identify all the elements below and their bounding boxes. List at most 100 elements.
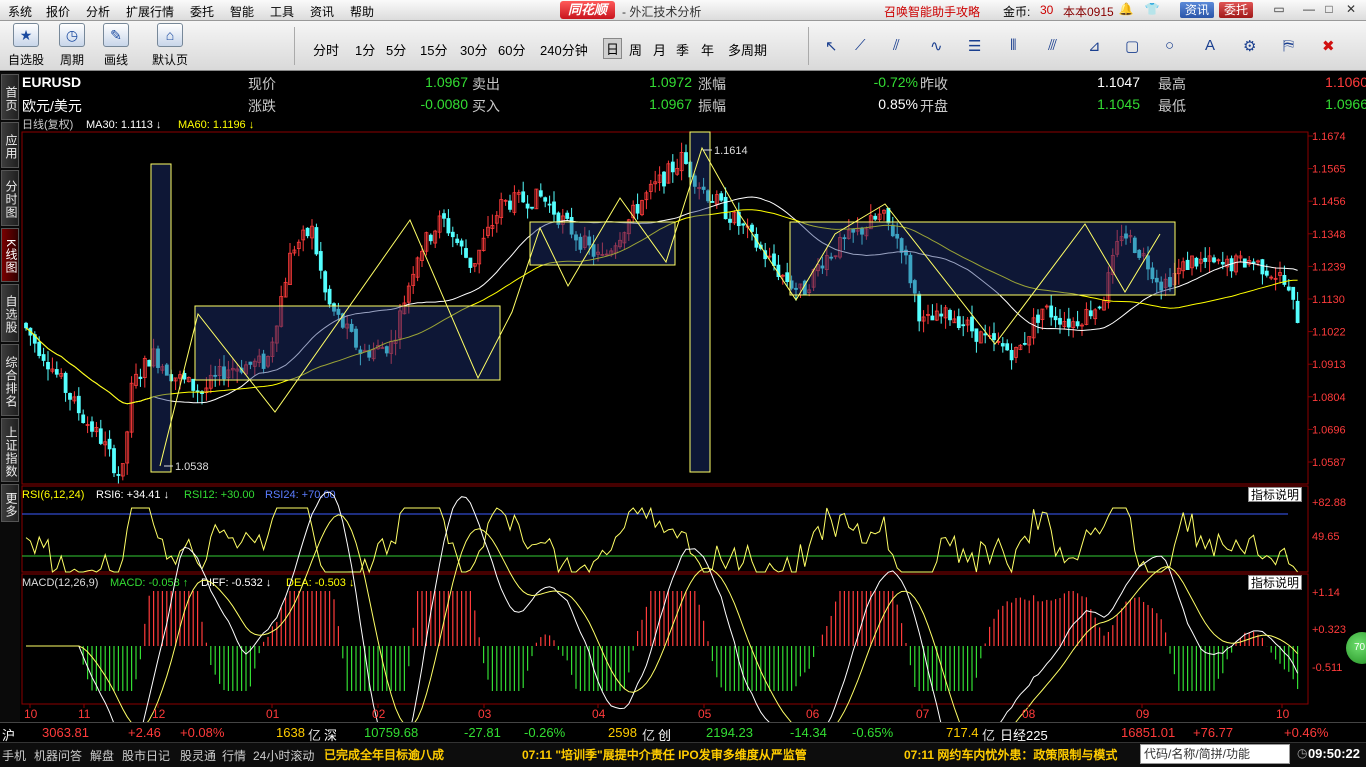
line-icon[interactable]: ⟋ <box>855 37 866 54</box>
menu-扩展行情[interactable]: 扩展行情 <box>126 3 174 20</box>
trade-button[interactable]: 委托 <box>1219 2 1254 18</box>
status-tab-股灵通[interactable]: 股灵通 <box>180 747 216 764</box>
toolbar-pencil-button[interactable]: ✎ 画线 <box>96 23 136 68</box>
status-tab-行情[interactable]: 行情 <box>222 747 246 764</box>
sidebar-tab-首页[interactable]: 首页 <box>1 74 19 120</box>
period-tab-多周期[interactable]: 多周期 <box>728 40 767 59</box>
analysis-box[interactable] <box>150 163 172 473</box>
x-axis-label: 05 <box>698 707 712 721</box>
rsi6-line <box>25 506 1298 574</box>
gann-icon[interactable]: ⊿ <box>1088 37 1101 55</box>
y-tick-label: 1.1456 <box>1312 196 1346 208</box>
window-restore-icon[interactable]: ▭ <box>1270 2 1288 18</box>
bars-icon[interactable]: ⦀ <box>1010 37 1017 54</box>
period-tab-5分[interactable]: 5分 <box>386 40 406 59</box>
x-axis-label: 01 <box>266 707 280 721</box>
close-icon[interactable]: ✕ <box>1342 2 1360 18</box>
candle-body <box>635 204 640 214</box>
analysis-box[interactable] <box>689 131 711 473</box>
candle-body <box>37 341 42 356</box>
rsi-info-button[interactable]: 指标说明 <box>1248 487 1302 502</box>
wave-icon[interactable]: ∿ <box>930 37 943 55</box>
toolbar-clock-button[interactable]: ◷ 周期 <box>52 23 92 68</box>
rectangle-icon[interactable]: ▢ <box>1125 37 1139 55</box>
menu-工具[interactable]: 工具 <box>270 3 294 20</box>
delete-icon[interactable]: ✖ <box>1322 37 1335 55</box>
period-tab-季[interactable]: 季 <box>676 40 689 59</box>
quote-label: 卖出 <box>472 76 500 92</box>
x-axis-label: 02 <box>372 707 386 721</box>
candle-body <box>46 361 50 370</box>
status-tab-手机[interactable]: 手机 <box>2 747 26 764</box>
channel-icon[interactable]: ⫻ <box>1048 37 1057 54</box>
quote-panel: EURUSD 欧元/美元 现价 1.0967 卖出 1.0972 涨幅 -0.72% 昨收 1… <box>22 72 1366 116</box>
x-axis-label: 11 <box>78 707 91 721</box>
analysis-box[interactable] <box>789 221 1176 296</box>
menu-委托[interactable]: 委托 <box>190 3 214 20</box>
x-axis-label: 09 <box>1136 707 1150 721</box>
news-ticker[interactable]: 07:11 网约车内忧外患：政策限制与模式 <box>904 746 1117 763</box>
circle-icon[interactable]: ○ <box>1165 37 1174 54</box>
news-ticker[interactable]: 已完成全年目标逾八成 <box>324 746 444 763</box>
status-tab-24小时滚动[interactable]: 24小时滚动 <box>253 747 314 764</box>
news-button[interactable]: 资讯 <box>1180 2 1215 18</box>
cursor-icon[interactable]: ↖ <box>825 37 838 55</box>
candle-body <box>728 218 732 223</box>
candle-body <box>719 193 724 201</box>
toolbar: ★ 自选股 ◷ 周期 ✎ 画线 ⌂ 默认页 分时 1分 5分 15分 30分 60分 240分钟日周月季年多… <box>0 21 1366 71</box>
menu-资讯[interactable]: 资讯 <box>310 3 334 20</box>
macd-info-button[interactable]: 指标说明 <box>1248 575 1302 590</box>
period-tab-月[interactable]: 月 <box>653 40 666 59</box>
fibonacci-icon[interactable]: ☰ <box>968 37 981 55</box>
text-icon[interactable]: A <box>1205 37 1215 54</box>
news-ticker[interactable]: 07:11 "培训季"展提中介责任 IPO发审多维度从严监管 <box>522 746 807 763</box>
code-search-input[interactable]: 代码/名称/简拼/功能 <box>1140 744 1290 764</box>
candle-body <box>565 212 570 219</box>
status-tab-机器问答[interactable]: 机器问答 <box>34 747 82 764</box>
candle-body <box>1009 349 1014 361</box>
candle-body <box>68 393 72 400</box>
menu-帮助[interactable]: 帮助 <box>350 3 374 20</box>
candle-body <box>723 196 728 220</box>
minimize-icon[interactable]: — <box>1300 2 1318 18</box>
status-tab-解盘[interactable]: 解盘 <box>90 747 114 764</box>
period-tab-年[interactable]: 年 <box>701 40 714 59</box>
period-tab-15分[interactable]: 15分 <box>420 40 447 59</box>
star-icon: ★ <box>13 23 39 47</box>
period-tab-30分[interactable]: 30分 <box>460 40 487 59</box>
candle-body <box>886 207 891 224</box>
gear-icon[interactable]: ⚙ <box>1243 37 1256 55</box>
toolbar-star-button[interactable]: ★ 自选股 <box>6 23 46 68</box>
quote-label: 最高 <box>1158 76 1186 92</box>
menu-分析[interactable]: 分析 <box>86 3 110 20</box>
period-tab-日[interactable]: 日 <box>603 38 623 59</box>
bell-icon[interactable]: 🔔 <box>1117 2 1135 18</box>
candle-body <box>1097 306 1102 309</box>
candle-body <box>873 215 878 220</box>
shirt-icon[interactable]: 👕 <box>1143 2 1161 18</box>
menu-报价[interactable]: 报价 <box>46 3 70 20</box>
kline-chart-area[interactable]: 日线(复权) MA30: 1.1113 ↓ MA60: 1.1196 ↓ 1.1674… <box>0 116 1366 722</box>
period-tab-分时[interactable]: 分时 <box>313 40 339 59</box>
period-tab-1分[interactable]: 1分 <box>355 40 375 59</box>
rsi6-label: RSI6: +34.41 ↓ <box>96 489 169 501</box>
period-tab-周[interactable]: 周 <box>629 40 642 59</box>
promo-link[interactable]: 召唤智能助手攻略 <box>884 3 980 20</box>
status-tab-股市日记[interactable]: 股市日记 <box>122 747 170 764</box>
menu-系统[interactable]: 系统 <box>8 3 32 20</box>
period-tab-60分[interactable]: 60分 <box>498 40 525 59</box>
marker-icon[interactable]: ⛿ <box>1283 37 1294 54</box>
parallel-lines-icon[interactable]: ⫽ <box>893 37 900 54</box>
candle-body <box>1053 315 1058 321</box>
x-axis-label: 06 <box>806 707 820 721</box>
y-tick-label: 1.1348 <box>1312 229 1346 241</box>
menu-智能[interactable]: 智能 <box>230 3 254 20</box>
period-tab-240分钟[interactable]: 240分钟 <box>540 40 588 59</box>
macd-tick-label: +1.14 <box>1312 587 1340 599</box>
x-axis-label: 10 <box>1276 707 1290 721</box>
username[interactable]: 本本0915 <box>1063 3 1114 20</box>
candle-body <box>1075 321 1080 327</box>
maximize-icon[interactable]: □ <box>1320 2 1338 18</box>
kline-type-label: 日线(复权) <box>22 117 73 131</box>
toolbar-home-button[interactable]: ⌂ 默认页 <box>150 23 190 68</box>
